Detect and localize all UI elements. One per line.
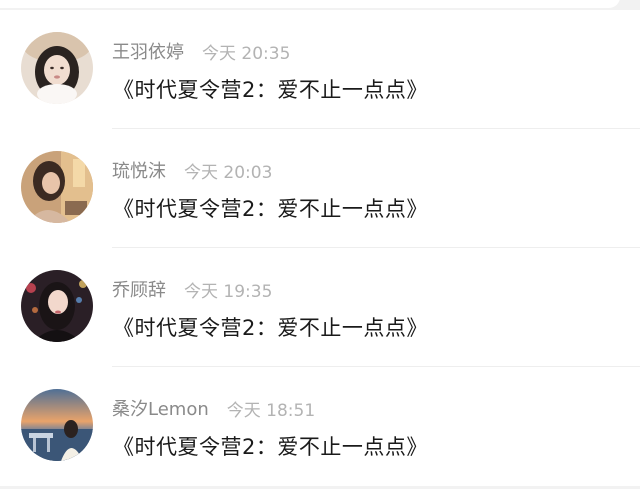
user-name[interactable]: 王羽依婷 <box>112 38 184 64</box>
comment-item[interactable]: 王羽依婷 今天 20:35 《时代夏令营2：爱不止一点点》 <box>0 10 640 129</box>
comment-meta: 王羽依婷 今天 20:35 <box>112 38 290 64</box>
user-name[interactable]: 琉悦沫 <box>112 157 166 183</box>
comment-meta: 琉悦沫 今天 20:03 <box>112 157 272 183</box>
user-name[interactable]: 桑汐Lemon <box>112 395 209 421</box>
avatar-girl-night-city-icon <box>21 270 93 342</box>
comment-text: 《时代夏令营2：爱不止一点点》 <box>113 316 428 340</box>
user-avatar[interactable] <box>21 389 93 461</box>
comment-item[interactable]: 桑汐Lemon 今天 18:51 《时代夏令营2：爱不止一点点》 <box>0 367 640 486</box>
comment-text: 《时代夏令营2：爱不止一点点》 <box>113 197 428 221</box>
comment-text: 《时代夏令营2：爱不止一点点》 <box>113 435 428 459</box>
comment-item[interactable]: 乔顾辞 今天 19:35 《时代夏令营2：爱不止一点点》 <box>0 248 640 367</box>
comment-meta: 桑汐Lemon 今天 18:51 <box>112 395 315 421</box>
avatar-girl-sunset-beach-icon <box>21 389 93 461</box>
comment-list-screen: 王羽依婷 今天 20:35 《时代夏令营2：爱不止一点点》 琉悦沫 今天 20:… <box>0 0 640 489</box>
comment-text: 《时代夏令营2：爱不止一点点》 <box>113 78 428 102</box>
comment-item[interactable]: 琉悦沫 今天 20:03 《时代夏令营2：爱不止一点点》 <box>0 129 640 248</box>
comment-time: 今天 19:35 <box>184 281 273 302</box>
comment-time: 今天 20:03 <box>184 162 273 183</box>
comment-meta: 乔顾辞 今天 19:35 <box>112 276 272 302</box>
avatar-girl-warm-light-icon <box>21 151 93 223</box>
user-avatar[interactable] <box>21 32 93 104</box>
previous-card-edge <box>0 0 620 8</box>
comment-list: 王羽依婷 今天 20:35 《时代夏令营2：爱不止一点点》 琉悦沫 今天 20:… <box>0 10 640 486</box>
user-avatar[interactable] <box>21 151 93 223</box>
comment-time: 今天 20:35 <box>202 43 291 64</box>
user-avatar[interactable] <box>21 270 93 342</box>
avatar-girl-fur-hat-icon <box>21 32 93 104</box>
comment-time: 今天 18:51 <box>226 400 316 421</box>
user-name[interactable]: 乔顾辞 <box>112 276 166 302</box>
